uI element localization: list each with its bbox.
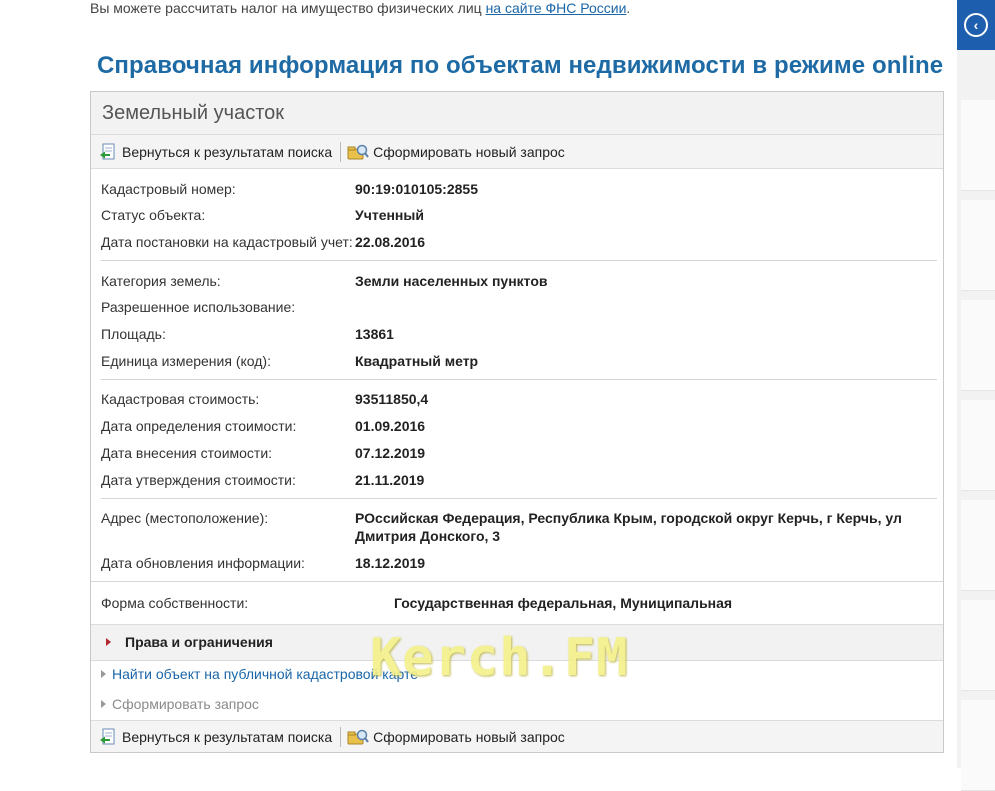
side-placeholder <box>961 600 995 691</box>
field-value: 13861 <box>355 326 394 342</box>
side-placeholder <box>961 700 995 791</box>
toolbar-divider <box>340 726 342 747</box>
section-divider <box>91 581 943 582</box>
field-label: Категория земель: <box>101 273 221 289</box>
new-query-label: Сформировать новый запрос <box>373 143 565 160</box>
field-value: 90:19:010105:2855 <box>355 181 478 197</box>
public-map-link[interactable]: Найти объект на публичной кадастровой ка… <box>101 666 418 682</box>
form-request-link[interactable]: Сформировать запрос <box>101 696 259 712</box>
field-value: 07.12.2019 <box>355 445 426 461</box>
field-label: Дата обновления информации: <box>101 555 305 571</box>
field-label: Форма собственности: <box>101 595 249 611</box>
section-divider <box>101 260 937 261</box>
tax-note-text: Вы можете рассчитать налог на имущество … <box>90 0 486 16</box>
tax-note-suffix: . <box>626 0 631 16</box>
field-label: Кадастровая стоимость: <box>101 391 260 407</box>
back-document-icon <box>100 728 115 744</box>
page-title: Справочная информация по объектам недвиж… <box>97 52 944 79</box>
expand-triangle-icon <box>106 638 111 646</box>
field-value: Земли населенных пунктов <box>355 273 548 289</box>
field-label: Единица измерения (код): <box>101 353 271 369</box>
form-request-label: Сформировать запрос <box>112 696 259 712</box>
field-value: Учтенный <box>355 207 424 223</box>
field-label: Адрес (местоположение): <box>101 510 269 526</box>
rights-section-toggle[interactable]: Права и ограничения <box>91 624 943 661</box>
field-label: Дата определения стоимости: <box>101 418 297 434</box>
field-value: 22.08.2016 <box>355 234 426 250</box>
back-document-icon <box>100 143 115 159</box>
top-toolbar: Вернуться к результатам поиска Сформиров… <box>91 135 943 169</box>
property-card: Земельный участок Вернуться к результата… <box>90 91 944 753</box>
fns-link[interactable]: на сайте ФНС России <box>486 0 627 16</box>
back-to-results-label: Вернуться к результатам поиска <box>122 143 333 160</box>
field-label: Дата постановки на кадастровый учет: <box>101 234 353 250</box>
new-query-icon <box>347 144 369 159</box>
chevron-right-icon <box>101 700 106 708</box>
field-value: 21.11.2019 <box>355 472 425 488</box>
tax-note: Вы можете рассчитать налог на имущество … <box>90 0 630 16</box>
field-value: 01.09.2016 <box>355 418 426 434</box>
field-label: Статус объекта: <box>101 207 206 223</box>
field-value: РОссийская Федерация, Республика Крым, г… <box>355 510 902 544</box>
field-value: Квадратный метр <box>355 353 479 369</box>
back-to-results-button[interactable]: Вернуться к результатам поиска <box>99 143 332 161</box>
chevron-right-icon <box>101 670 106 678</box>
field-value: 18.12.2019 <box>355 555 426 571</box>
back-to-results-button[interactable]: Вернуться к результатам поиска <box>99 728 332 746</box>
side-placeholder <box>961 200 995 291</box>
field-label: Дата утверждения стоимости: <box>101 472 296 488</box>
section-divider <box>101 379 937 380</box>
toolbar-divider <box>340 141 342 162</box>
side-placeholder <box>961 500 995 591</box>
chevron-left-icon: ‹ <box>964 13 988 37</box>
side-panel <box>957 0 995 791</box>
new-query-button[interactable]: Сформировать новый запрос <box>347 143 565 161</box>
card-title: Земельный участок <box>91 92 943 135</box>
back-to-results-label: Вернуться к результатам поиска <box>122 728 333 745</box>
new-query-icon <box>347 729 369 744</box>
field-value: 93511850,4 <box>355 391 429 407</box>
field-label: Кадастровый номер: <box>101 181 236 197</box>
rights-label: Права и ограничения <box>125 634 273 650</box>
bottom-toolbar: Вернуться к результатам поиска Сформиров… <box>91 720 943 752</box>
new-query-label: Сформировать новый запрос <box>373 728 565 745</box>
field-label: Разрешенное использование: <box>101 299 296 315</box>
field-label: Дата внесения стоимости: <box>101 445 273 461</box>
new-query-button[interactable]: Сформировать новый запрос <box>347 728 565 746</box>
section-divider <box>101 498 937 499</box>
side-placeholder <box>961 100 995 191</box>
field-label: Площадь: <box>101 326 166 342</box>
collapse-side-button[interactable]: ‹ <box>957 0 995 50</box>
public-map-label: Найти объект на публичной кадастровой ка… <box>112 666 419 682</box>
side-placeholder <box>961 400 995 491</box>
field-value: Государственная федеральная, Муниципальн… <box>394 595 733 611</box>
side-placeholder <box>961 300 995 391</box>
